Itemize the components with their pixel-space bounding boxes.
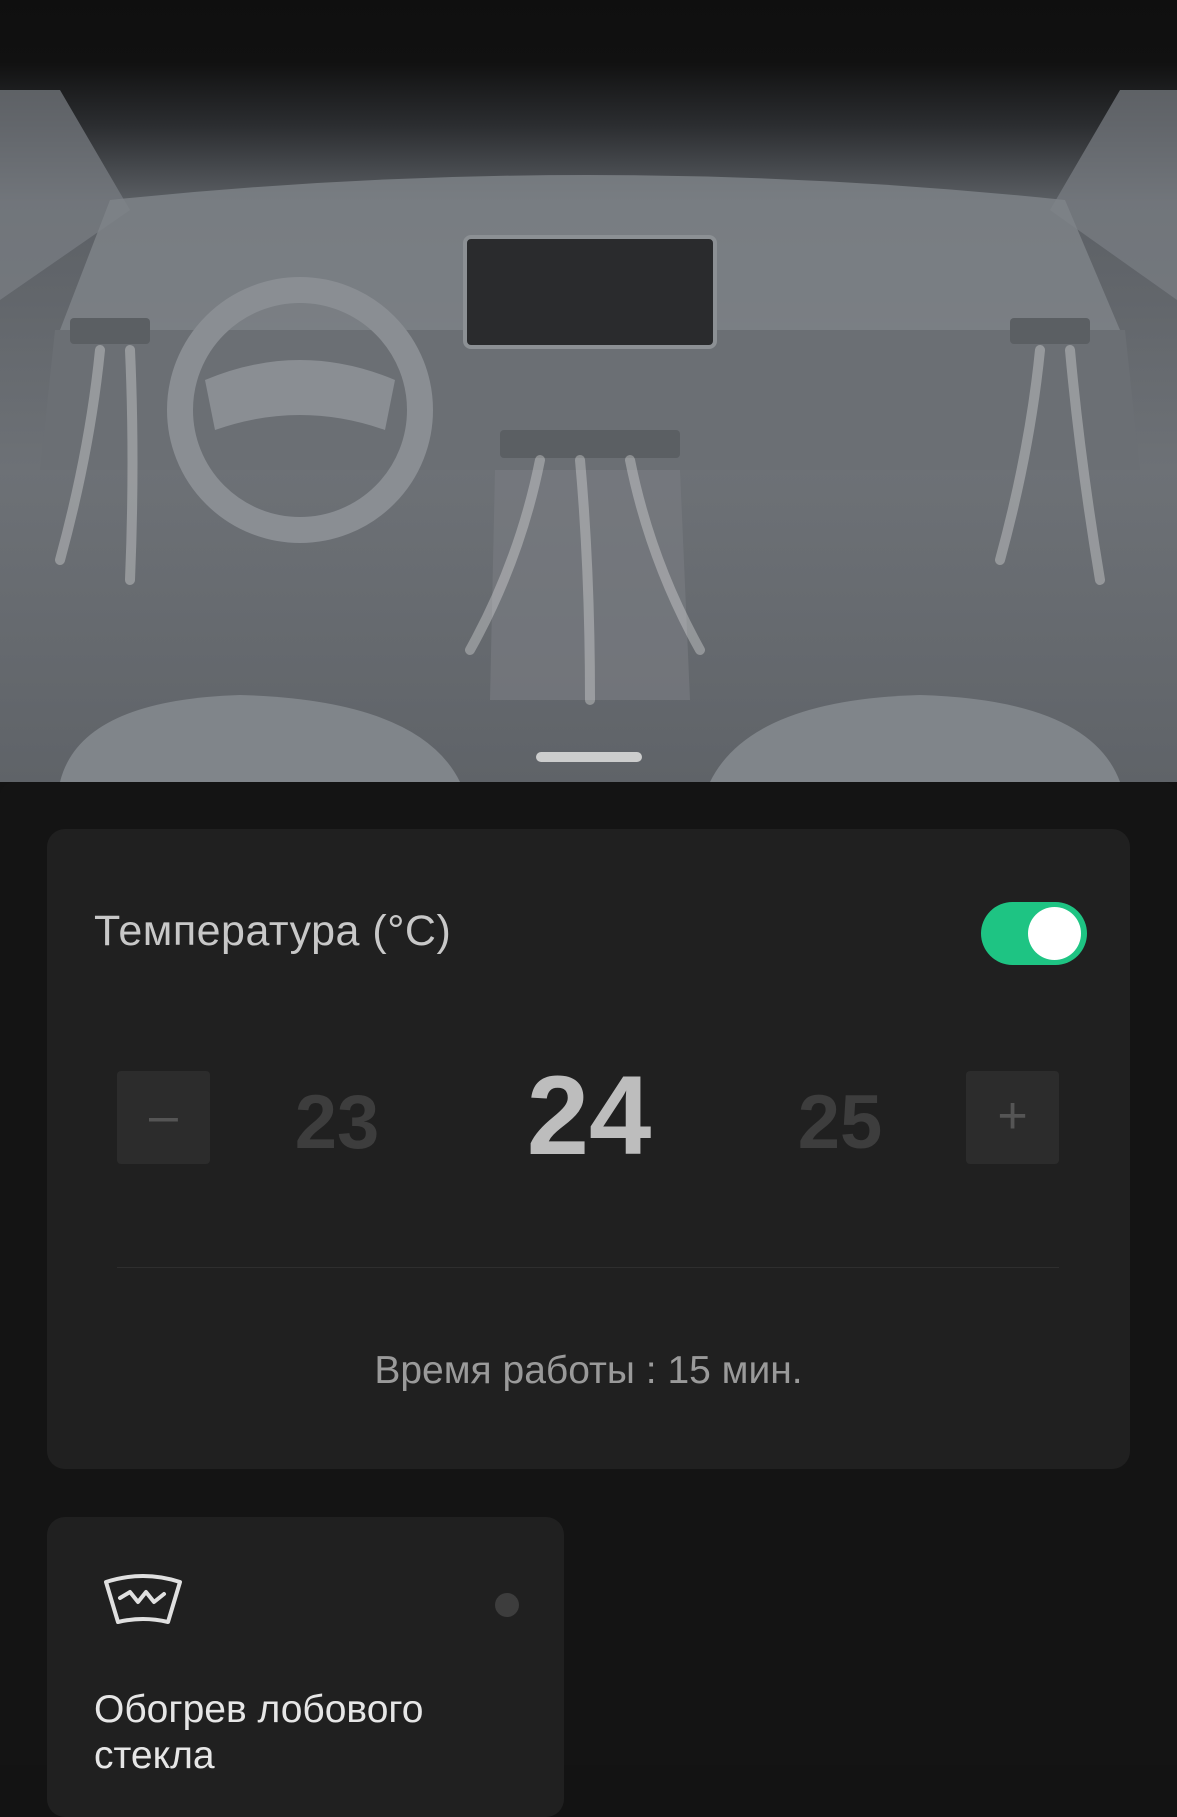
windshield-heat-card[interactable]: Обогрев лобового стекла [47,1517,564,1817]
current-temperature-value: 24 [526,1053,652,1178]
next-temperature-value[interactable]: 25 [750,1079,930,1166]
car-interior-image [0,0,1177,782]
temperature-title: Температура (°C) [94,907,452,955]
windshield-heat-label: Обогрев лобового стекла [94,1688,424,1777]
toggle-knob [1028,907,1081,960]
temperature-card: Температура (°C) – 23 24 25 + Время рабо… [47,829,1130,1469]
windshield-heat-icon [104,1574,182,1624]
decrease-temperature-button[interactable]: – [117,1071,210,1164]
divider [117,1267,1059,1268]
status-dot [495,1593,519,1617]
sheet-handle[interactable] [536,752,642,762]
car-interior-illustration [0,90,1177,782]
temperature-toggle[interactable] [981,902,1087,965]
increase-temperature-button[interactable]: + [966,1071,1059,1164]
previous-temperature-value[interactable]: 23 [247,1079,427,1166]
runtime-text: Время работы : 15 мин. [374,1349,803,1392]
